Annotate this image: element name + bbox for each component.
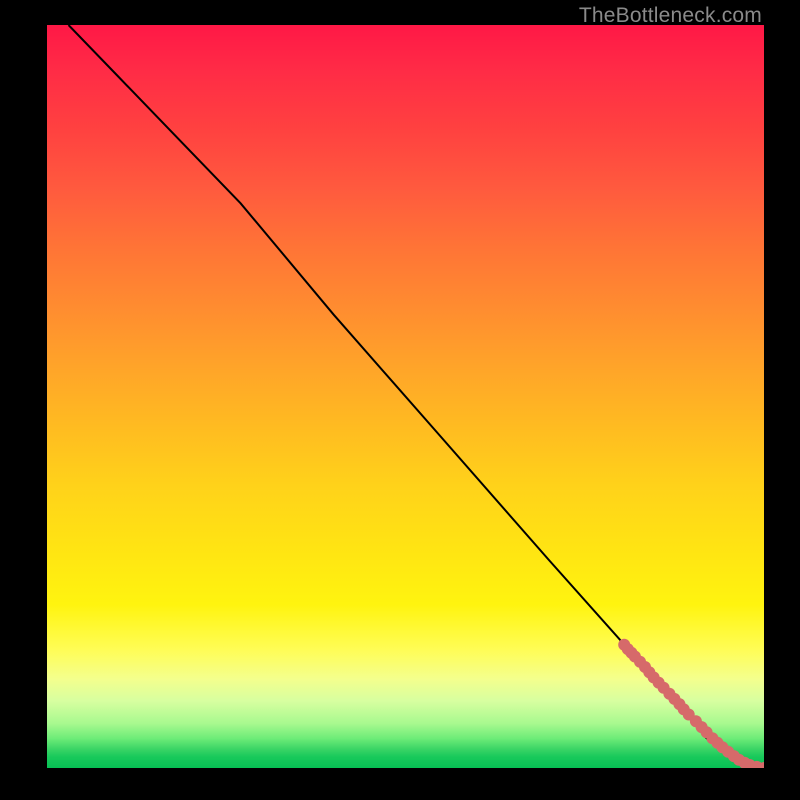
bottleneck-curve (69, 25, 765, 768)
chart-frame: TheBottleneck.com (0, 0, 800, 800)
chart-svg (47, 25, 764, 768)
plot-area (47, 25, 764, 768)
data-points (618, 639, 764, 768)
